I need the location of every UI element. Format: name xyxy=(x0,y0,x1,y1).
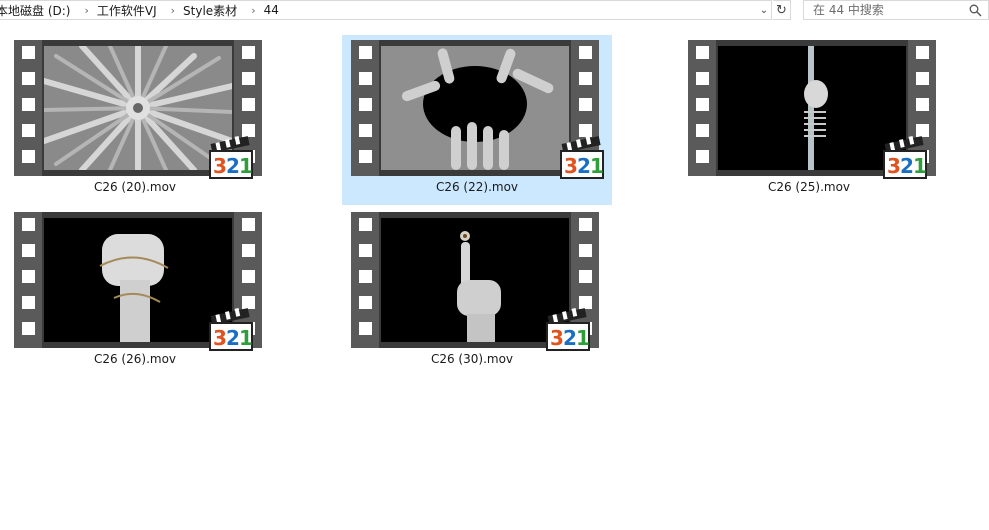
file-item[interactable]: 3 2 1 C26 (26).mov xyxy=(0,207,270,377)
breadcrumb-folder-style[interactable]: Style素材 xyxy=(183,2,243,19)
media-player-classic-icon: 3 2 1 xyxy=(209,308,253,351)
film-strip-left xyxy=(351,40,379,176)
file-name[interactable]: C26 (30).mov xyxy=(337,352,607,366)
svg-text:3: 3 xyxy=(564,154,578,178)
address-bar[interactable]: 本地磁盘 (D:) › 工作软件VJ › Style素材 › 44 xyxy=(0,0,772,20)
film-strip-left xyxy=(688,40,716,176)
file-name[interactable]: C26 (25).mov xyxy=(674,180,944,194)
file-item[interactable]: 3 2 1 C26 (20).mov xyxy=(0,35,270,205)
media-player-classic-icon: 3 2 1 xyxy=(209,136,253,179)
svg-text:2: 2 xyxy=(563,326,577,350)
svg-text:3: 3 xyxy=(550,326,564,350)
chevron-right-icon[interactable]: › xyxy=(163,4,183,17)
media-player-classic-icon: 3 2 1 xyxy=(560,136,604,179)
svg-text:2: 2 xyxy=(900,154,914,178)
svg-text:2: 2 xyxy=(226,326,240,350)
svg-text:1: 1 xyxy=(239,326,253,350)
file-name[interactable]: C26 (22).mov xyxy=(342,180,612,194)
svg-text:1: 1 xyxy=(913,154,927,178)
eye-finger-image xyxy=(381,218,569,342)
hands-circle-image xyxy=(381,46,569,170)
refresh-icon[interactable]: ↻ xyxy=(773,0,791,20)
svg-text:1: 1 xyxy=(576,326,590,350)
svg-text:2: 2 xyxy=(226,154,240,178)
breadcrumb-folder-vj[interactable]: 工作软件VJ xyxy=(97,2,163,19)
film-strip-left xyxy=(351,212,379,348)
chevron-right-icon[interactable]: › xyxy=(76,4,96,17)
svg-text:3: 3 xyxy=(213,154,227,178)
search-icon[interactable] xyxy=(969,4,982,17)
search-box[interactable] xyxy=(803,0,989,20)
svg-text:1: 1 xyxy=(239,154,253,178)
film-strip-left xyxy=(14,40,42,176)
file-item-selected[interactable]: 3 2 1 C26 (22).mov xyxy=(342,35,612,205)
media-player-classic-icon: 3 2 1 xyxy=(883,136,927,179)
svg-text:3: 3 xyxy=(213,326,227,350)
spiral-hands-image xyxy=(44,46,232,170)
search-input[interactable] xyxy=(811,2,975,18)
chained-fist-image xyxy=(44,218,232,342)
file-item[interactable]: 3 2 1 C26 (25).mov xyxy=(674,35,944,205)
film-strip-left xyxy=(14,212,42,348)
breadcrumb-drive[interactable]: 本地磁盘 (D:) xyxy=(0,2,76,19)
skeleton-pole-image xyxy=(718,46,906,170)
file-item[interactable]: 3 2 1 C26 (30).mov xyxy=(337,207,607,377)
chevron-right-icon[interactable]: › xyxy=(243,4,263,17)
file-name[interactable]: C26 (20).mov xyxy=(0,180,270,194)
file-name[interactable]: C26 (26).mov xyxy=(0,352,270,366)
breadcrumb-folder-44[interactable]: 44 xyxy=(264,3,285,17)
media-player-classic-icon: 3 2 1 xyxy=(546,308,590,351)
svg-text:2: 2 xyxy=(577,154,591,178)
svg-text:1: 1 xyxy=(590,154,604,178)
svg-text:3: 3 xyxy=(887,154,901,178)
chevron-down-icon[interactable]: ⌄ xyxy=(755,0,773,20)
